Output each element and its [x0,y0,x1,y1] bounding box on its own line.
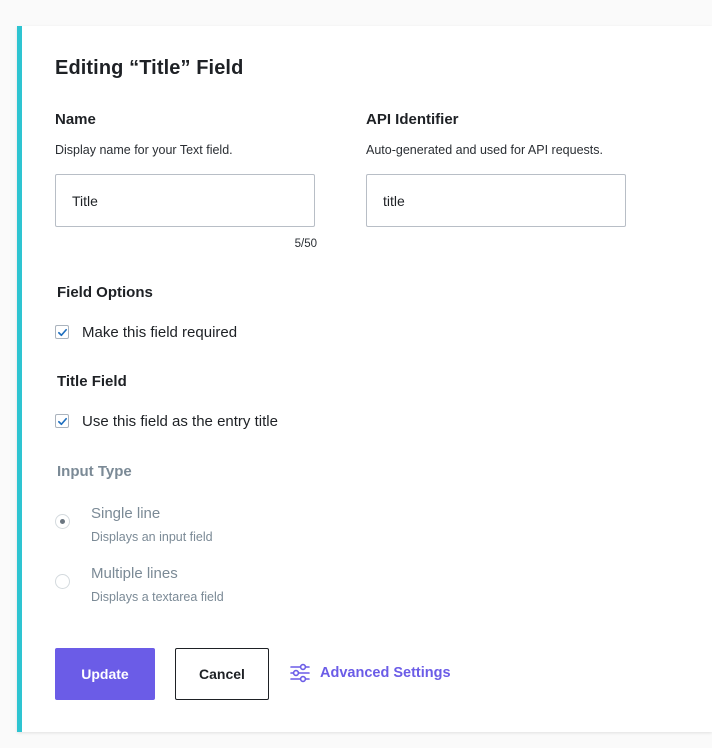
multiple-lines-description: Displays a textarea field [91,590,224,604]
single-line-radio[interactable] [55,514,70,529]
api-identifier-group: API Identifier Auto-generated and used f… [366,111,628,227]
cancel-button[interactable]: Cancel [175,648,269,700]
entry-title-checkbox[interactable] [55,414,69,428]
required-label: Make this field required [82,323,238,341]
entry-title-label: Use this field as the entry title [82,412,278,430]
sliders-icon [290,663,310,683]
update-button[interactable]: Update [55,648,155,700]
entry-title-option[interactable]: Use this field as the entry title [55,411,278,431]
name-field-group: Name Display name for your Text field. 5… [55,111,317,250]
required-option[interactable]: Make this field required [55,322,237,342]
field-options-label: Field Options [57,284,153,301]
name-label: Name [55,111,96,128]
advanced-settings-label: Advanced Settings [320,665,451,681]
name-help-text: Display name for your Text field. [55,143,233,157]
page-background: Editing “Title” Field Name Display name … [0,0,712,748]
checkmark-icon [57,417,67,425]
multiple-lines-title: Multiple lines [91,565,178,582]
name-char-counter: 5/50 [294,238,317,250]
api-identifier-help-text: Auto-generated and used for API requests… [366,143,603,157]
required-checkbox[interactable] [55,325,69,339]
api-identifier-label: API Identifier [366,111,459,128]
dialog-title: Editing “Title” Field [55,57,244,79]
advanced-settings-link[interactable]: Advanced Settings [289,662,451,684]
title-field-label: Title Field [57,373,127,390]
name-input[interactable] [55,174,315,227]
input-type-label: Input Type [57,463,132,480]
edit-field-panel: Editing “Title” Field Name Display name … [17,26,712,732]
single-line-title: Single line [91,505,161,522]
single-line-description: Displays an input field [91,530,213,544]
api-identifier-input[interactable] [366,174,626,227]
multiple-lines-radio[interactable] [55,574,70,589]
checkmark-icon [57,328,67,336]
